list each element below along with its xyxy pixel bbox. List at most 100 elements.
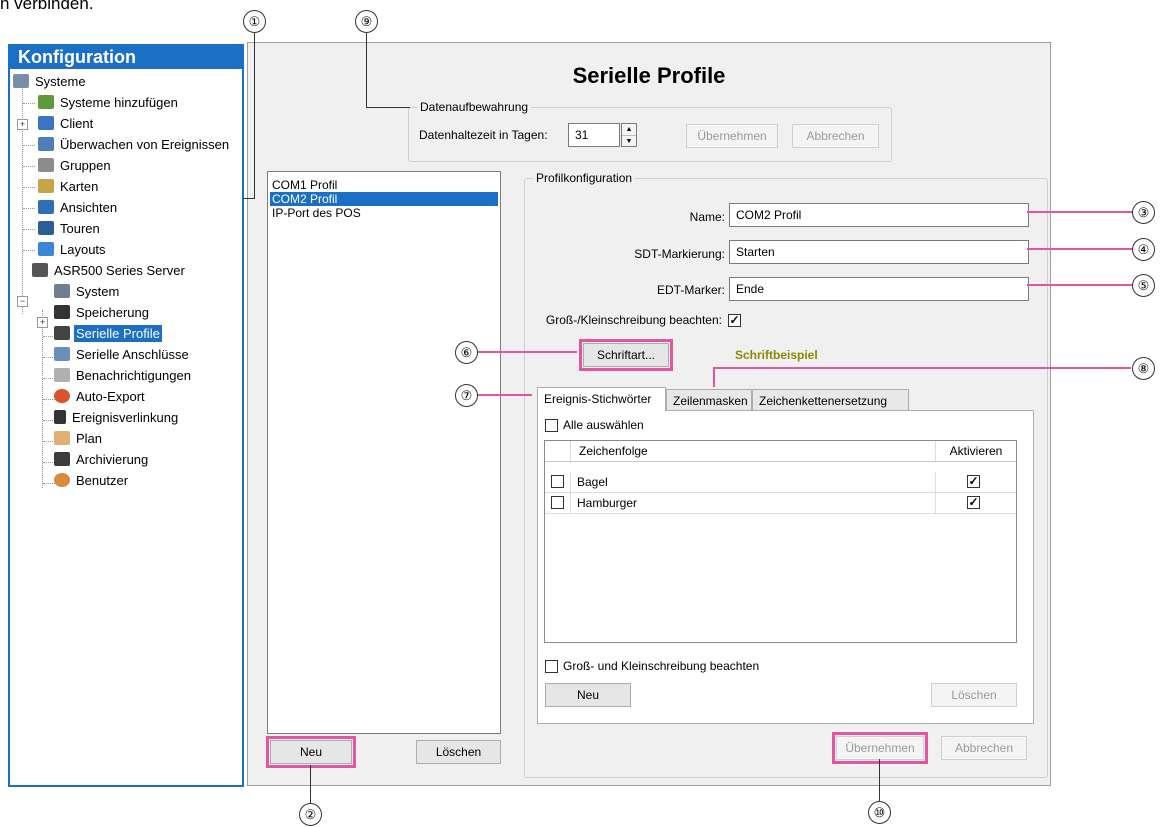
profile-list[interactable]: COM1 Profil COM2 Profil IP-Port des POS [267,171,501,734]
add-system-icon [38,95,54,109]
spin-up-icon[interactable]: ▲ [622,124,636,136]
callout-7: ⑦ [455,384,478,407]
tree-item-ansichten[interactable]: Ansichten [38,198,119,218]
profile-delete-button[interactable]: Löschen [416,740,501,764]
row-select-checkbox[interactable] [551,496,564,509]
profile-config-group: Profilkonfiguration Name: COM2 Profil SD… [524,171,1048,778]
archive-icon [54,452,70,466]
callout-9: ⑨ [355,10,378,33]
row-text: Bagel [570,472,937,492]
tree-item-auto-export[interactable]: Auto-Export [54,387,147,407]
callout-8: ⑧ [1132,357,1155,380]
layouts-icon [38,242,54,256]
case-sensitive-label: Groß-/Kleinschreibung beachten: [545,313,722,327]
retention-days-spinner[interactable]: ▲ ▼ [621,123,637,147]
tours-icon [38,221,54,235]
profile-item-ip-port[interactable]: IP-Port des POS [270,206,498,220]
keyword-delete-button[interactable]: Löschen [931,683,1017,707]
tree-title-bar: Konfiguration [10,46,242,69]
row-select-checkbox[interactable] [551,475,564,488]
spin-down-icon[interactable]: ▼ [622,136,636,147]
name-input[interactable]: COM2 Profil [729,203,1029,227]
client-gear-icon [38,116,54,130]
retention-days-input[interactable]: 31 [568,123,620,147]
tree-item-plan[interactable]: Plan [54,429,104,449]
callout-3: ③ [1132,201,1155,224]
grid-header: Zeichenfolge Aktivieren [545,441,1016,462]
row-active-checkbox[interactable]: ✓ [967,496,980,509]
configuration-tree: Konfiguration + − + Systeme Systeme hinz… [8,44,244,787]
profile-config-legend: Profilkonfiguration [533,171,636,185]
config-apply-button[interactable]: Übernehmen [832,732,928,764]
tree-item-asr500-server[interactable]: ASR500 Series Server [32,261,187,281]
tree-item-client[interactable]: Client [38,114,95,134]
case-sensitive-checkbox[interactable]: ✓ [728,314,741,327]
keyword-new-button[interactable]: Neu [545,683,631,707]
edt-input[interactable]: Ende [729,277,1029,301]
font-button[interactable]: Schriftart... [579,339,673,371]
header-aktivieren[interactable]: Aktivieren [935,441,1016,461]
tree-item-speicherung[interactable]: Speicherung [54,303,151,323]
server-icon [32,263,48,277]
grid-case-checkbox[interactable] [545,660,558,673]
clipped-caption: n verbinden. [0,0,94,13]
serial-port-icon [54,347,70,361]
data-retention-group: Datenaufbewahrung Datenhaltezeit in Tage… [408,100,892,162]
select-all-checkbox[interactable] [545,419,558,432]
tree-item-karten[interactable]: Karten [38,177,100,197]
tree-item-serielle-anschluesse[interactable]: Serielle Anschlüsse [54,345,191,365]
tab-zeilenmasken[interactable]: Zeilenmasken [666,389,752,411]
event-link-icon [54,410,66,424]
retention-days-label: Datenhaltezeit in Tagen: [419,128,548,142]
profile-item-com1[interactable]: COM1 Profil [270,178,498,192]
tree-item-serielle-profile[interactable]: Serielle Profile [54,324,162,344]
tree-item-ueberwachen[interactable]: Überwachen von Ereignissen [38,135,231,155]
tab-zeichenkettenersetzung[interactable]: Zeichenkettenersetzung [752,389,909,411]
tree-item-systeme-hinzufuegen[interactable]: Systeme hinzufügen [38,93,180,113]
tree-item-benachrichtigungen[interactable]: Benachrichtigungen [54,366,193,386]
keywords-grid: Zeichenfolge Aktivieren Bagel ✓ Hamburge… [544,440,1017,643]
callout-5: ⑤ [1132,274,1155,297]
row-text: Hamburger [570,493,937,513]
font-sample: Schriftbeispiel [735,348,818,362]
table-row[interactable]: Hamburger ✓ [545,493,1016,514]
select-all-label: Alle auswählen [563,418,644,432]
retention-cancel-button[interactable]: Abbrechen [792,124,879,148]
profile-new-button[interactable]: Neu [266,736,356,768]
page-title: Serielle Profile [572,63,726,88]
callout-10: ⑩ [868,801,891,824]
table-row[interactable]: Bagel ✓ [545,472,1016,493]
tree-item-benutzer[interactable]: Benutzer [54,471,130,491]
header-zeichenfolge[interactable]: Zeichenfolge [579,441,648,461]
tree-item-layouts[interactable]: Layouts [38,240,108,260]
tree-item-system[interactable]: System [54,282,121,302]
callout-4: ④ [1132,238,1155,261]
edt-label: EDT-Marker: [656,283,725,297]
maps-icon [38,179,54,193]
tab-ereignis-stichwoerter[interactable]: Ereignis-Stichwörter [537,387,666,411]
schedule-icon [54,431,70,445]
tree-item-gruppen[interactable]: Gruppen [38,156,113,176]
client-expander[interactable]: + [17,119,28,130]
server-group-icon [13,74,29,88]
profile-item-com2[interactable]: COM2 Profil [270,192,498,206]
sdt-label: SDT-Markierung: [634,247,725,261]
server-expander[interactable]: − [17,296,28,307]
serial-profiles-panel: Serielle Profile Datenaufbewahrung Daten… [247,42,1051,786]
retention-apply-button[interactable]: Übernehmen [686,124,778,148]
tree-item-touren[interactable]: Touren [38,219,102,239]
tree-item-systeme[interactable]: Systeme [13,72,88,92]
serial-profile-icon [54,326,70,340]
tree-item-archivierung[interactable]: Archivierung [54,450,150,470]
callout-6: ⑥ [455,341,478,364]
sdt-input[interactable]: Starten [729,240,1029,264]
row-active-checkbox[interactable]: ✓ [967,475,980,488]
groups-icon [38,158,54,172]
tree-item-ereignisverlinkung[interactable]: Ereignisverlinkung [54,408,180,428]
grid-case-label: Groß- und Kleinschreibung beachten [563,659,760,673]
system-expander[interactable]: + [37,317,48,328]
user-icon [54,473,70,487]
config-cancel-button[interactable]: Abbrechen [941,736,1027,760]
monitor-events-icon [38,137,54,151]
data-retention-legend: Datenaufbewahrung [417,100,532,114]
